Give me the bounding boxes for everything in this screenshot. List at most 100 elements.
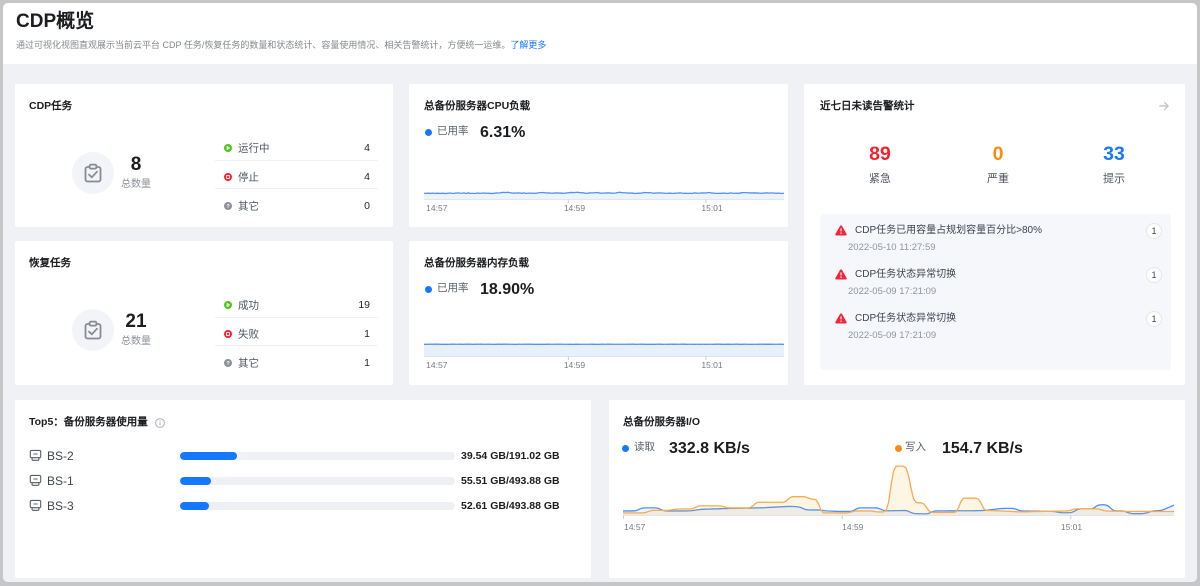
clipboard-check-icon [83,320,103,340]
usage-value: 52.61 GB/493.88 GB [461,500,560,512]
card-top5-usage: Top5：备份服务器使用量 BS-2 39.54 GB/191.02 GB BS… [15,400,591,578]
cdp-overview-page: CDP概览 通过可视化视图直观展示当前云平台 CDP 任务/恢复任务的数量和状态… [3,3,1197,582]
cpu-usage-value: 6.31% [480,124,525,141]
recovery-total-label: 总数量 [106,335,166,349]
running-status-icon [224,144,232,152]
stat-severe: 0 严重 [943,142,1053,187]
write-legend-dot [895,445,902,452]
status-row-other: ? 其它 0 [215,188,378,217]
page-header: CDP概览 通过可视化视图直观展示当前云平台 CDP 任务/恢复任务的数量和状态… [3,3,1197,64]
cpu-legend-dot [425,129,432,136]
card-title: Top5：备份服务器使用量 [29,415,148,429]
stopped-status-icon [224,173,232,181]
server-icon [29,449,42,462]
arrow-right-icon[interactable] [1159,101,1169,111]
card-server-io: 总备份服务器I/O 读取 332.8 KB/s 写入 154.7 KB/s 14… [609,400,1185,578]
clipboard-check-icon [83,163,103,183]
status-row-stopped: 停止 4 [215,160,378,189]
memory-legend-label: 已用率 [437,283,469,294]
warning-triangle-icon [835,313,847,324]
status-label: 其它 [238,198,259,213]
card-alarm-stats: 近七日未读告警统计 89 紧急 0 严重 33 提示 CDP任务已用容量占规划容… [804,84,1185,385]
status-row-success: 成功 19 [215,288,378,317]
other-status-icon: ? [224,202,232,210]
usage-row-bs2: BS-2 39.54 GB/191.02 GB [15,443,591,468]
status-value: 19 [358,299,370,311]
server-icon [29,499,42,512]
recovery-total-count: 21 [106,309,166,335]
notice-count: 33 [1059,142,1169,167]
status-row-failed: 失败 1 [215,317,378,346]
memory-legend-dot [425,286,432,293]
read-value: 332.8 KB/s [669,440,750,457]
server-icon [29,474,42,487]
status-row-other: ? 其它 1 [215,345,378,374]
cdp-total-count: 8 [106,152,166,178]
card-cdp-tasks: CDP任务 8 总数量 运行中 4 停止 4 ? 其它 [15,84,393,227]
cpu-chart-xaxis: 14:57 14:59 15:01 [409,202,788,214]
cpu-load-chart [424,143,784,203]
usage-row-bs1: BS-1 55.51 GB/493.88 GB [15,468,591,493]
write-legend-label: 写入 [905,442,926,453]
failed-status-icon [224,330,232,338]
alert-text: CDP任务状态异常切换 [855,311,1131,326]
alert-item[interactable]: CDP任务状态异常切换 2022-05-09 17:21:09 1 [820,311,1171,351]
info-circle-icon[interactable] [155,418,165,428]
usage-row-bs3: BS-3 52.61 GB/493.88 GB [15,493,591,518]
server-name: BS-2 [47,449,74,463]
card-title: CDP任务 [29,99,72,113]
card-memory-load: 总备份服务器内存负载 已用率 18.90% 14:5714:5915:01 [409,241,788,385]
severe-label: 严重 [943,172,1053,187]
usage-value: 55.51 GB/493.88 GB [461,475,560,487]
page-subtitle: 通过可视化视图直观展示当前云平台 CDP 任务/恢复任务的数量和状态统计、容量使… [16,39,546,52]
alert-time: 2022-05-09 17:21:09 [848,329,936,342]
x-axis-label: 14:59 [564,359,585,371]
usage-bar [180,502,455,510]
status-label: 其它 [238,355,259,370]
severe-count: 0 [943,142,1053,167]
learn-more-link[interactable]: 了解更多 [510,40,546,50]
usage-bar [180,452,455,460]
x-axis-label: 14:59 [564,202,585,214]
alert-item[interactable]: CDP任务已用容量占规划容量百分比>80% 2022-05-10 11:27:5… [820,223,1171,263]
cdp-total-label: 总数量 [106,178,166,192]
stat-notice: 33 提示 [1059,142,1169,187]
notice-label: 提示 [1059,172,1169,187]
memory-load-chart [424,300,784,360]
memory-chart-xaxis: 14:5714:5915:01 [409,359,788,371]
card-title: 总备份服务器I/O [623,415,700,429]
read-legend-label: 读取 [634,442,655,453]
alert-item[interactable]: CDP任务状态异常切换 2022-05-09 17:21:09 1 [820,267,1171,307]
status-value: 0 [364,200,370,212]
card-title: 总备份服务器CPU负载 [424,99,530,113]
status-label: 运行中 [238,140,270,155]
critical-count: 89 [825,142,935,167]
recovery-status-list: 成功 19 失败 1 ? 其它 1 [215,288,378,374]
window-frame: CDP概览 通过可视化视图直观展示当前云平台 CDP 任务/恢复任务的数量和状态… [0,0,1200,586]
alert-text: CDP任务已用容量占规划容量百分比>80% [855,223,1131,238]
x-axis-label: 15:01 [701,202,722,214]
status-value: 4 [364,171,370,183]
alert-count-badge: 1 [1146,223,1162,239]
status-value: 1 [364,328,370,340]
warning-triangle-icon [835,225,847,236]
usage-value: 39.54 GB/191.02 GB [461,450,560,462]
usage-bar [180,477,455,485]
x-axis-label: 15:01 [1061,521,1082,533]
status-row-running: 运行中 4 [215,131,378,160]
alert-count-badge: 1 [1146,311,1162,327]
x-axis-label: 14:57 [426,202,447,214]
other-status-icon: ? [224,359,232,367]
status-label: 成功 [238,297,259,312]
status-value: 4 [364,142,370,154]
alert-count-badge: 1 [1146,267,1162,283]
memory-usage-value: 18.90% [480,281,534,298]
page-subtitle-text: 通过可视化视图直观展示当前云平台 CDP 任务/恢复任务的数量和状态统计、容量使… [16,40,510,50]
dashboard-content: CDP任务 8 总数量 运行中 4 停止 4 ? 其它 [3,64,1197,582]
io-chart-xaxis: 14:5714:5915:01 [609,521,1185,533]
success-status-icon [224,301,232,309]
usage-bar-fill [180,452,237,460]
warning-triangle-icon [835,269,847,280]
read-legend-dot [622,445,629,452]
server-name: BS-1 [47,474,74,488]
